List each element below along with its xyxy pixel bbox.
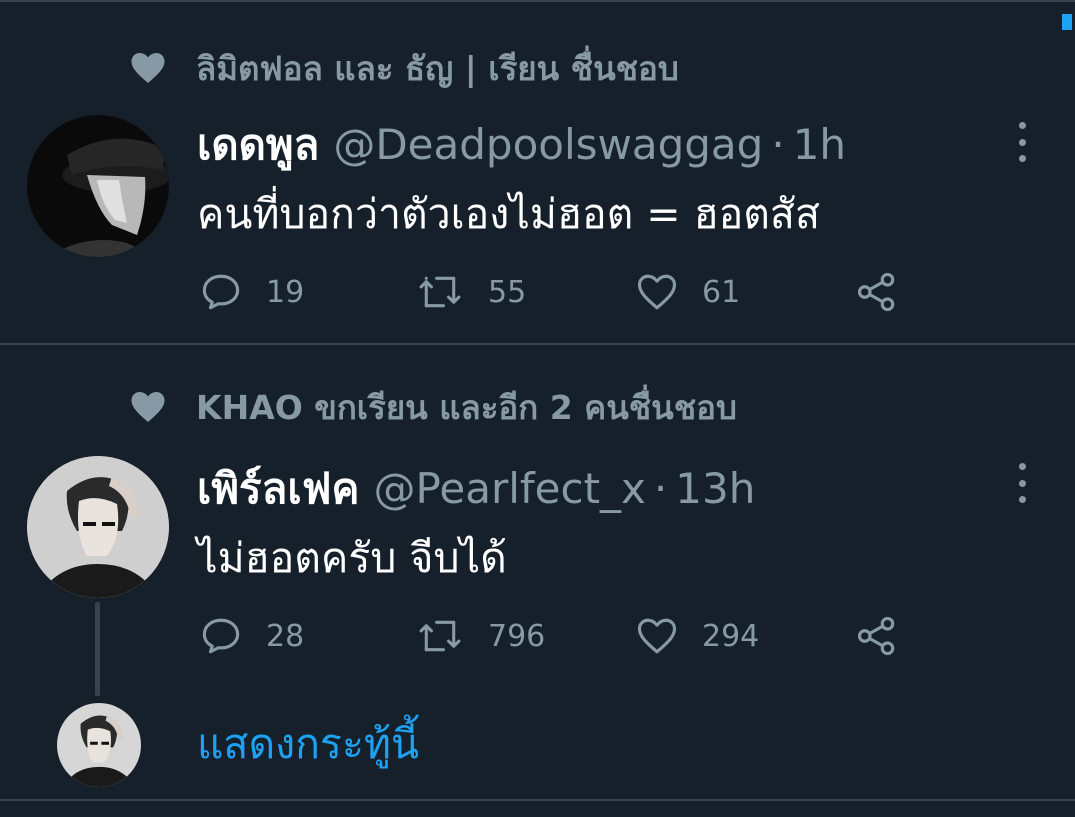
bottom-divider xyxy=(0,799,1075,801)
user-handle[interactable]: @Pearlfect_x xyxy=(374,464,646,513)
tweet-header: เดดพูล @Deadpoolswaggag · 1h xyxy=(197,112,846,169)
reply-count: 28 xyxy=(266,618,305,654)
social-context: ลิมิตฟอล และ ธัญ | เรียน ชื่นชอบ xyxy=(130,48,679,88)
timestamp[interactable]: 13h xyxy=(675,464,755,513)
like-icon xyxy=(637,618,677,654)
retweet-count: 796 xyxy=(488,618,546,654)
like-button[interactable]: 61 xyxy=(636,270,740,314)
heart-icon xyxy=(131,392,165,422)
social-context-text: KHAO ขกเรียน และอีก 2 คนชื่นชอบ xyxy=(196,387,737,427)
more-icon[interactable] xyxy=(1010,463,1034,503)
user-handle[interactable]: @Deadpoolswaggag xyxy=(333,120,763,169)
timestamp[interactable]: 1h xyxy=(793,120,846,169)
heart-icon xyxy=(131,53,165,83)
tweet-header: เพิร์ลเฟค @Pearlfect_x · 13h xyxy=(197,456,755,513)
tweet-divider xyxy=(0,343,1075,345)
top-divider xyxy=(0,0,1075,2)
reply-icon xyxy=(202,274,240,310)
social-context: KHAO ขกเรียน และอีก 2 คนชื่นชอบ xyxy=(130,387,737,427)
scroll-indicator[interactable] xyxy=(1062,14,1072,30)
more-icon[interactable] xyxy=(1010,122,1034,162)
like-icon xyxy=(637,274,677,310)
like-count: 294 xyxy=(702,618,760,654)
share-icon xyxy=(857,616,895,656)
retweet-button[interactable]: 55 xyxy=(416,270,526,314)
like-count: 61 xyxy=(702,274,741,310)
reply-count: 19 xyxy=(266,274,305,310)
avatar[interactable] xyxy=(27,456,169,598)
tweet-text: คนที่บอกว่าตัวเองไม่ฮอต = ฮอตสัส xyxy=(197,190,820,238)
show-thread-link[interactable]: แสดงกระทู้นี้ xyxy=(197,712,419,777)
tweet-text: ไม่ฮอตครับ จีบได้ xyxy=(197,534,507,582)
retweet-icon xyxy=(419,620,461,652)
retweet-icon xyxy=(419,276,461,308)
share-button[interactable] xyxy=(856,270,922,314)
retweet-count: 55 xyxy=(488,274,527,310)
thread-avatar[interactable] xyxy=(57,703,141,787)
avatar[interactable] xyxy=(27,115,169,257)
social-context-text: ลิมิตฟอล และ ธัญ | เรียน ชื่นชอบ xyxy=(196,48,679,88)
share-button[interactable] xyxy=(856,614,922,658)
like-button[interactable]: 294 xyxy=(636,614,759,658)
retweet-button[interactable]: 796 xyxy=(416,614,545,658)
display-name[interactable]: เดดพูล xyxy=(197,112,319,178)
separator-dot: · xyxy=(771,120,785,169)
reply-button[interactable]: 19 xyxy=(200,270,304,314)
reply-icon xyxy=(202,618,240,654)
thread-connector xyxy=(95,602,100,696)
display-name[interactable]: เพิร์ลเฟค xyxy=(197,456,360,522)
reply-button[interactable]: 28 xyxy=(200,614,304,658)
share-icon xyxy=(857,272,895,312)
separator-dot: · xyxy=(653,464,668,513)
